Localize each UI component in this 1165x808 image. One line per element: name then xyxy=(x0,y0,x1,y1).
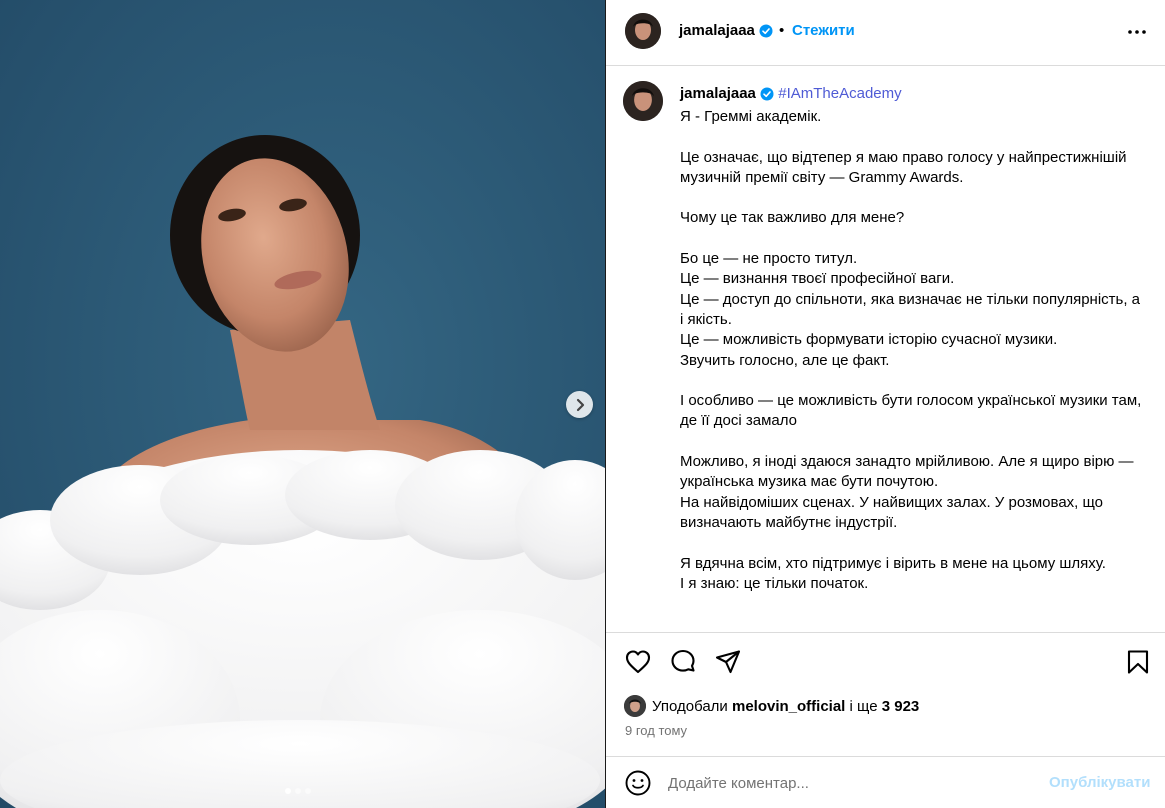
post-details-panel: jamalajaaa • Стежити jamalajaaa #IAmTheA… xyxy=(606,0,1165,808)
verified-badge-icon xyxy=(760,87,774,101)
avatar xyxy=(624,695,646,717)
post-username-wrap[interactable]: jamalajaaa xyxy=(679,22,773,39)
heart-icon[interactable] xyxy=(624,648,652,676)
likes-prefix: Уподобали xyxy=(652,697,728,715)
verified-badge-icon xyxy=(759,24,773,38)
comment-box: Опублікувати xyxy=(606,757,1165,808)
likes-middle: і ще xyxy=(849,697,878,715)
post-comment-button[interactable]: Опублікувати xyxy=(1049,774,1150,791)
caption-username[interactable]: jamalajaaa xyxy=(680,85,756,102)
comment-icon[interactable] xyxy=(669,648,697,676)
post-media[interactable] xyxy=(0,0,605,808)
likes-count[interactable]: 3 923 xyxy=(882,698,920,715)
follow-button[interactable]: Стежити xyxy=(792,22,855,39)
post-username[interactable]: jamalajaaa xyxy=(679,22,755,39)
emoji-icon[interactable] xyxy=(625,770,651,796)
caption-header: jamalajaaa #IAmTheAcademy xyxy=(680,85,902,102)
carousel-dot xyxy=(285,788,291,794)
carousel-indicator xyxy=(285,788,311,794)
caption-text: Я - Греммі академік. Це означає, що відт… xyxy=(680,108,1142,592)
carousel-dot xyxy=(305,788,311,794)
likes-summary[interactable]: Уподобали melovin_official і ще 3 923 xyxy=(624,695,919,717)
caption-area: jamalajaaa #IAmTheAcademy Я - Греммі ака… xyxy=(606,67,1165,632)
avatar[interactable] xyxy=(623,81,663,121)
post-header: jamalajaaa • Стежити xyxy=(606,0,1165,66)
post-photo xyxy=(0,0,605,808)
next-slide-button[interactable] xyxy=(566,391,593,418)
follow-separator: • xyxy=(779,22,785,39)
avatar[interactable] xyxy=(625,13,661,49)
caption-hashtag[interactable]: #IAmTheAcademy xyxy=(778,85,901,102)
caption-divider xyxy=(606,632,1165,633)
more-options-icon[interactable] xyxy=(1126,22,1148,42)
likes-user[interactable]: melovin_official xyxy=(732,698,845,715)
bookmark-icon[interactable] xyxy=(1124,648,1152,676)
carousel-dot xyxy=(295,788,301,794)
post-timestamp[interactable]: 9 год тому xyxy=(625,723,687,738)
send-icon[interactable] xyxy=(714,648,742,676)
chevron-right-icon xyxy=(576,398,584,411)
action-bar xyxy=(606,648,1165,680)
comment-input[interactable] xyxy=(668,770,1028,796)
